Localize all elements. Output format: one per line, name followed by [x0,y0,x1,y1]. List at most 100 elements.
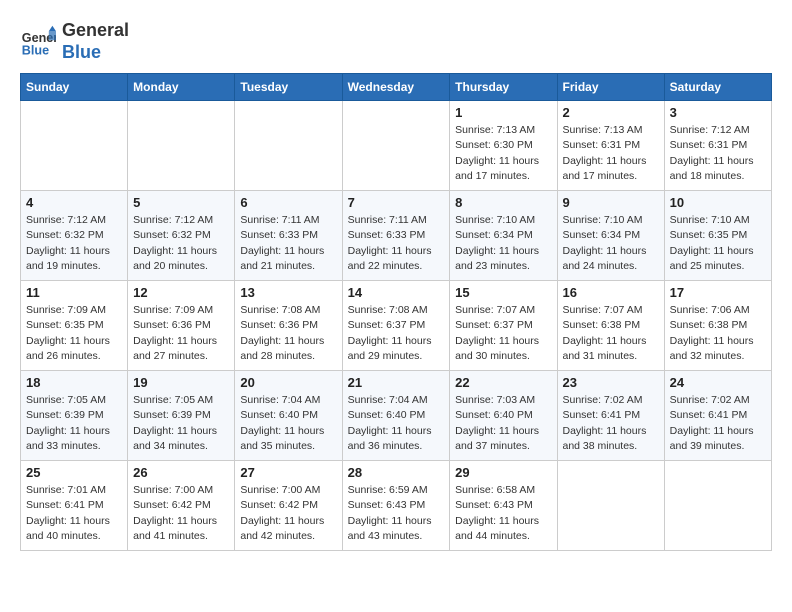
calendar-cell: 25 Sunrise: 7:01 AMSunset: 6:41 PMDayligh… [21,461,128,551]
day-number: 4 [26,195,122,210]
calendar-cell [21,101,128,191]
weekday-header-saturday: Saturday [664,74,771,101]
calendar-cell [342,101,450,191]
calendar-cell: 13 Sunrise: 7:08 AMSunset: 6:36 PMDayligh… [235,281,342,371]
day-info: Sunrise: 7:00 AMSunset: 6:42 PMDaylight:… [133,483,229,544]
day-number: 15 [455,285,551,300]
day-number: 25 [26,465,122,480]
day-number: 10 [670,195,766,210]
calendar-cell: 4 Sunrise: 7:12 AMSunset: 6:32 PMDaylight… [21,191,128,281]
day-number: 17 [670,285,766,300]
calendar-cell: 20Sunrise: 7:04 AMSunset: 6:40 PMDayligh… [235,371,342,461]
day-info: Sunrise: 7:12 AMSunset: 6:32 PMDaylight:… [133,213,229,274]
day-info: Sunrise: 7:06 AMSunset: 6:38 PMDaylight:… [670,303,766,364]
day-number: 28 [348,465,445,480]
calendar-cell: 26 Sunrise: 7:00 AMSunset: 6:42 PMDayligh… [128,461,235,551]
day-info: Sunrise: 7:07 AMSunset: 6:37 PMDaylight:… [455,303,551,364]
day-number: 5 [133,195,229,210]
day-number: 21 [348,375,445,390]
calendar-cell: 15 Sunrise: 7:07 AMSunset: 6:37 PMDayligh… [450,281,557,371]
day-info: Sunrise: 6:59 AMSunset: 6:43 PMDaylight:… [348,483,445,544]
calendar-cell: 8 Sunrise: 7:10 AMSunset: 6:34 PMDaylight… [450,191,557,281]
day-info: Sunrise: 7:01 AMSunset: 6:41 PMDaylight:… [26,483,122,544]
weekday-header-tuesday: Tuesday [235,74,342,101]
day-number: 29 [455,465,551,480]
logo-icon: General Blue [20,24,56,60]
calendar-cell: 11 Sunrise: 7:09 AMSunset: 6:35 PMDayligh… [21,281,128,371]
day-info: Sunrise: 7:07 AMSunset: 6:38 PMDaylight:… [563,303,659,364]
day-info: Sunrise: 6:58 AMSunset: 6:43 PMDaylight:… [455,483,551,544]
day-info: Sunrise: 7:12 AMSunset: 6:32 PMDaylight:… [26,213,122,274]
day-info: Sunrise: 7:10 AMSunset: 6:35 PMDaylight:… [670,213,766,274]
calendar-cell: 27 Sunrise: 7:00 AMSunset: 6:42 PMDayligh… [235,461,342,551]
day-number: 7 [348,195,445,210]
day-number: 23 [563,375,659,390]
day-number: 8 [455,195,551,210]
calendar-cell: 28 Sunrise: 6:59 AMSunset: 6:43 PMDayligh… [342,461,450,551]
calendar-cell [664,461,771,551]
day-info: Sunrise: 7:09 AMSunset: 6:35 PMDaylight:… [26,303,122,364]
day-number: 19 [133,375,229,390]
calendar-cell: 14 Sunrise: 7:08 AMSunset: 6:37 PMDayligh… [342,281,450,371]
day-number: 14 [348,285,445,300]
day-info: Sunrise: 7:12 AMSunset: 6:31 PMDaylight:… [670,123,766,184]
calendar-table: SundayMondayTuesdayWednesdayThursdayFrid… [20,73,772,551]
day-number: 6 [240,195,336,210]
calendar-cell: 22 Sunrise: 7:03 AMSunset: 6:40 PMDayligh… [450,371,557,461]
calendar-cell: 5 Sunrise: 7:12 AMSunset: 6:32 PMDaylight… [128,191,235,281]
day-info: Sunrise: 7:11 AMSunset: 6:33 PMDaylight:… [240,213,336,274]
day-info: Sunrise: 7:08 AMSunset: 6:37 PMDaylight:… [348,303,445,364]
day-number: 12 [133,285,229,300]
calendar-cell: 1Sunrise: 7:13 AMSunset: 6:30 PMDaylight… [450,101,557,191]
weekday-header-row: SundayMondayTuesdayWednesdayThursdayFrid… [21,74,772,101]
day-number: 24 [670,375,766,390]
calendar-week-row: 18Sunrise: 7:05 AMSunset: 6:39 PMDayligh… [21,371,772,461]
calendar-week-row: 1Sunrise: 7:13 AMSunset: 6:30 PMDaylight… [21,101,772,191]
day-number: 16 [563,285,659,300]
day-info: Sunrise: 7:13 AMSunset: 6:30 PMDaylight:… [455,123,551,184]
day-info: Sunrise: 7:04 AMSunset: 6:40 PMDaylight:… [348,393,445,454]
day-info: Sunrise: 7:10 AMSunset: 6:34 PMDaylight:… [563,213,659,274]
day-info: Sunrise: 7:11 AMSunset: 6:33 PMDaylight:… [348,213,445,274]
calendar-week-row: 11 Sunrise: 7:09 AMSunset: 6:35 PMDayligh… [21,281,772,371]
calendar-week-row: 25 Sunrise: 7:01 AMSunset: 6:41 PMDayligh… [21,461,772,551]
day-number: 2 [563,105,659,120]
calendar-cell: 18Sunrise: 7:05 AMSunset: 6:39 PMDayligh… [21,371,128,461]
svg-text:Blue: Blue [22,43,49,57]
day-info: Sunrise: 7:02 AMSunset: 6:41 PMDaylight:… [670,393,766,454]
calendar-cell: 29 Sunrise: 6:58 AMSunset: 6:43 PMDayligh… [450,461,557,551]
day-info: Sunrise: 7:05 AMSunset: 6:39 PMDaylight:… [26,393,122,454]
day-info: Sunrise: 7:02 AMSunset: 6:41 PMDaylight:… [563,393,659,454]
calendar-cell: 12 Sunrise: 7:09 AMSunset: 6:36 PMDayligh… [128,281,235,371]
day-info: Sunrise: 7:05 AMSunset: 6:39 PMDaylight:… [133,393,229,454]
day-info: Sunrise: 7:00 AMSunset: 6:42 PMDaylight:… [240,483,336,544]
calendar-cell: 7 Sunrise: 7:11 AMSunset: 6:33 PMDaylight… [342,191,450,281]
day-number: 11 [26,285,122,300]
calendar-cell: 23 Sunrise: 7:02 AMSunset: 6:41 PMDayligh… [557,371,664,461]
calendar-cell: 3Sunrise: 7:12 AMSunset: 6:31 PMDaylight… [664,101,771,191]
day-info: Sunrise: 7:10 AMSunset: 6:34 PMDaylight:… [455,213,551,274]
calendar-cell [128,101,235,191]
weekday-header-wednesday: Wednesday [342,74,450,101]
page-header: General Blue General Blue [20,20,772,63]
day-info: Sunrise: 7:03 AMSunset: 6:40 PMDaylight:… [455,393,551,454]
day-number: 27 [240,465,336,480]
day-number: 20 [240,375,336,390]
logo-text: General Blue [62,20,129,63]
day-number: 13 [240,285,336,300]
logo: General Blue General Blue [20,20,129,63]
calendar-cell: 9Sunrise: 7:10 AMSunset: 6:34 PMDaylight… [557,191,664,281]
day-number: 26 [133,465,229,480]
day-info: Sunrise: 7:13 AMSunset: 6:31 PMDaylight:… [563,123,659,184]
calendar-cell: 21 Sunrise: 7:04 AMSunset: 6:40 PMDayligh… [342,371,450,461]
day-number: 22 [455,375,551,390]
day-info: Sunrise: 7:08 AMSunset: 6:36 PMDaylight:… [240,303,336,364]
weekday-header-monday: Monday [128,74,235,101]
calendar-cell [235,101,342,191]
calendar-cell: 6 Sunrise: 7:11 AMSunset: 6:33 PMDaylight… [235,191,342,281]
calendar-cell: 24 Sunrise: 7:02 AMSunset: 6:41 PMDayligh… [664,371,771,461]
day-info: Sunrise: 7:09 AMSunset: 6:36 PMDaylight:… [133,303,229,364]
calendar-cell: 2 Sunrise: 7:13 AMSunset: 6:31 PMDaylight… [557,101,664,191]
calendar-cell: 17 Sunrise: 7:06 AMSunset: 6:38 PMDayligh… [664,281,771,371]
calendar-cell: 19 Sunrise: 7:05 AMSunset: 6:39 PMDayligh… [128,371,235,461]
